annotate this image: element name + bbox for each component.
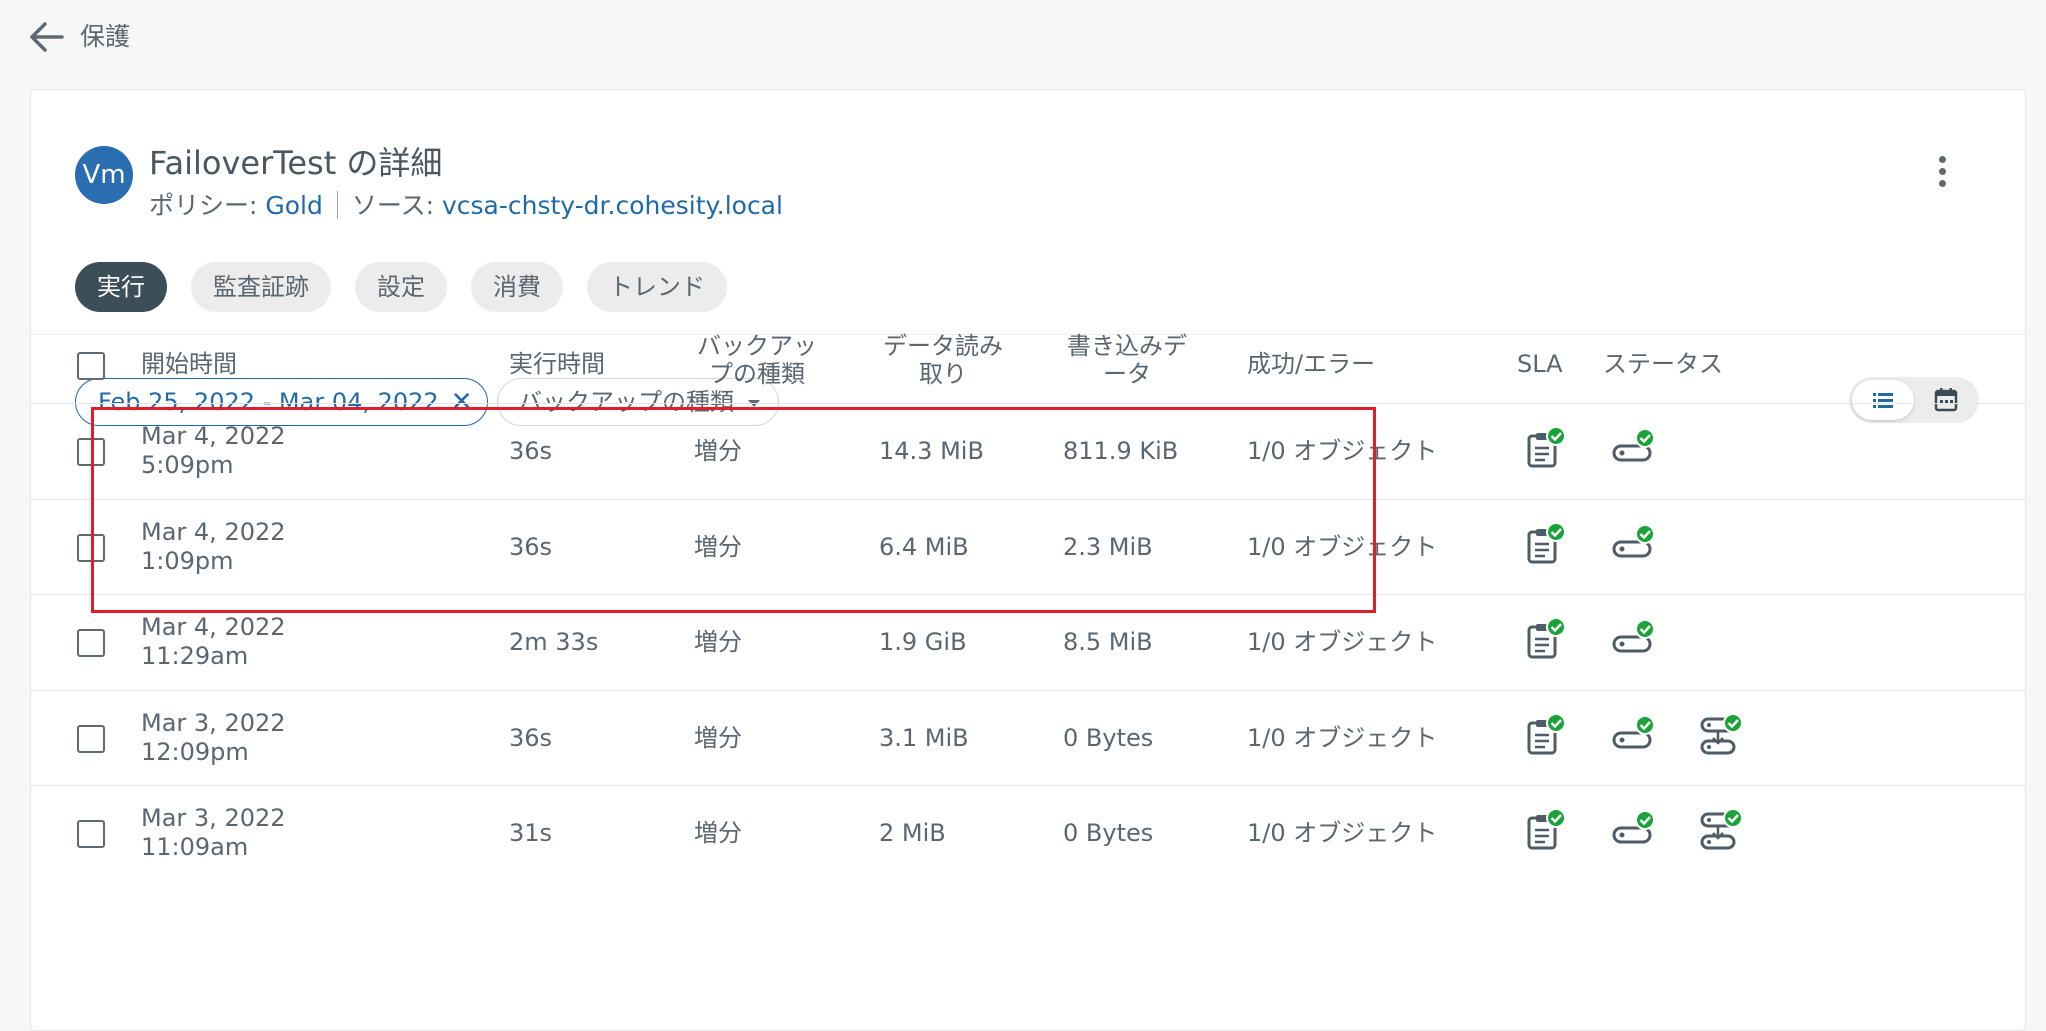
duration-cell: 36s [509,723,553,752]
page-title: FailoverTest の詳細 [149,144,443,182]
column-header-start-time[interactable]: 開始時間 [141,350,237,378]
sla-met-icon[interactable] [1523,808,1567,852]
table-row[interactable]: Mar 4, 2022 5:09pm 36s 増分 14.3 MiB 811.9 KiB 1… [31,403,2025,499]
source-label: ソース: [351,191,442,220]
data-read-cell: 1.9 GiB [879,628,967,656]
data-read-cell: 14.3 MiB [879,437,984,465]
column-header-data-written-line1: 書き込みデ [1067,332,1187,360]
backup-type-cell: 増分 [694,532,742,561]
backup-type-cell: 増分 [694,819,742,847]
data-read-cell: 6.4 MiB [879,532,969,561]
tab-runs[interactable]: 実行 [75,262,167,312]
data-read-cell: 2 MiB [879,819,946,847]
column-header-data-read-line2: 取り [919,360,967,388]
sla-met-icon[interactable] [1523,712,1567,757]
column-header-backup-type-line1: バックアッ [697,332,817,360]
select-all-checkbox[interactable] [77,352,105,380]
row-checkbox[interactable] [77,533,105,562]
column-header-data-read[interactable]: データ読み 取り [883,332,1003,388]
column-header-duration[interactable]: 実行時間 [509,350,605,378]
backup-type-cell: 増分 [694,437,742,465]
start-date: Mar 3, 2022 [141,804,286,832]
column-header-data-written[interactable]: 書き込みデ ータ [1067,332,1187,388]
protection-group-detail-card: Vm FailoverTest の詳細 ポリシー: Gold ソース: vcsa-… [30,89,2026,1031]
backup-success-icon[interactable] [1611,522,1655,566]
backup-success-icon[interactable] [1611,426,1655,470]
column-header-sla[interactable]: SLA [1517,350,1563,378]
tab-bar: 実行 監査証跡 設定 消費 トレンド [75,262,751,312]
data-written-cell: 0 Bytes [1063,819,1154,847]
backup-success-icon[interactable] [1611,808,1655,852]
start-time-cell: Mar 3, 2022 12:09pm [141,709,286,767]
start-time-cell: Mar 4, 2022 5:09pm [141,422,286,480]
success-error-cell[interactable]: 1/0 オブジェクト [1247,628,1437,657]
row-checkbox[interactable] [77,629,105,657]
table-row[interactable]: Mar 3, 2022 12:09pm 36s 増分 3.1 MiB 0 Bytes 1/0… [31,689,2025,786]
policy-label: ポリシー: [149,191,266,220]
backup-success-icon[interactable] [1611,713,1655,757]
sla-met-icon[interactable] [1523,617,1567,661]
start-time: 1:09pm [141,546,234,575]
data-read-cell: 3.1 MiB [879,723,969,752]
start-time-cell: Mar 3, 2022 11:09am [141,804,286,862]
back-arrow-icon[interactable] [26,18,66,56]
start-date: Mar 4, 2022 [141,613,286,641]
page-subtitle: ポリシー: Gold ソース: vcsa-chsty-dr.cohesity.lo… [149,186,783,222]
column-header-status[interactable]: ステータス [1603,350,1723,378]
sla-met-icon[interactable] [1523,521,1567,566]
start-time: 11:29am [141,642,249,670]
row-checkbox[interactable] [77,820,105,848]
tab-consumption[interactable]: 消費 [471,262,563,312]
duration-cell: 36s [509,532,553,561]
column-header-backup-type[interactable]: バックアッ プの種類 [697,332,817,388]
table-row[interactable]: Mar 3, 2022 11:09am 31s 増分 2 MiB 0 Bytes 1/0 オ… [31,785,2025,881]
start-time: 11:09am [141,833,249,861]
duration-cell: 2m 33s [509,628,599,656]
start-date: Mar 4, 2022 [141,422,286,450]
start-time: 5:09pm [141,451,234,479]
sla-met-icon[interactable] [1523,426,1567,470]
back-link-label[interactable]: 保護 [80,18,130,56]
success-error-cell[interactable]: 1/0 オブジェクト [1247,437,1437,466]
tab-trends[interactable]: トレンド [587,262,727,312]
start-time: 12:09pm [141,737,249,766]
data-written-cell: 811.9 KiB [1063,437,1179,465]
duration-cell: 36s [509,437,553,465]
more-options-icon[interactable] [1931,152,1953,192]
table-row[interactable]: Mar 4, 2022 11:29am 2m 33s 増分 1.9 GiB 8.5 MiB… [31,594,2025,690]
backup-success-icon[interactable] [1611,617,1655,661]
success-error-cell[interactable]: 1/0 オブジェクト [1247,724,1437,753]
tab-audit-trail[interactable]: 監査証跡 [191,262,331,312]
column-header-success-error[interactable]: 成功/エラー [1247,350,1375,378]
start-date: Mar 4, 2022 [141,517,286,546]
column-header-data-read-line1: データ読み [883,332,1003,360]
subtitle-divider [336,191,338,219]
start-date: Mar 3, 2022 [141,708,286,737]
start-time-cell: Mar 4, 2022 11:29am [141,613,286,671]
start-time-cell: Mar 4, 2022 1:09pm [141,518,286,576]
data-written-cell: 2.3 MiB [1063,532,1153,561]
divider [31,334,2025,335]
replication-success-icon[interactable] [1699,808,1743,852]
source-link[interactable]: vcsa-chsty-dr.cohesity.local [442,191,783,220]
top-bar: 保護 [0,0,2046,72]
avatar: Vm [75,146,133,204]
data-written-cell: 0 Bytes [1063,723,1154,752]
column-header-data-written-line2: ータ [1103,360,1151,388]
duration-cell: 31s [509,819,553,847]
success-error-cell[interactable]: 1/0 オブジェクト [1247,819,1437,848]
tab-settings[interactable]: 設定 [355,262,447,312]
column-header-backup-type-line2: プの種類 [709,360,805,388]
success-error-cell[interactable]: 1/0 オブジェクト [1247,533,1437,562]
backup-type-cell: 増分 [694,723,742,752]
row-checkbox[interactable] [77,724,105,753]
data-written-cell: 8.5 MiB [1063,628,1153,656]
backup-type-cell: 増分 [694,628,742,656]
row-checkbox[interactable] [77,438,105,466]
table-row[interactable]: Mar 4, 2022 1:09pm 36s 増分 6.4 MiB 2.3 MiB 1/0 … [31,498,2025,595]
replication-success-icon[interactable] [1699,712,1743,757]
policy-link[interactable]: Gold [265,191,322,220]
